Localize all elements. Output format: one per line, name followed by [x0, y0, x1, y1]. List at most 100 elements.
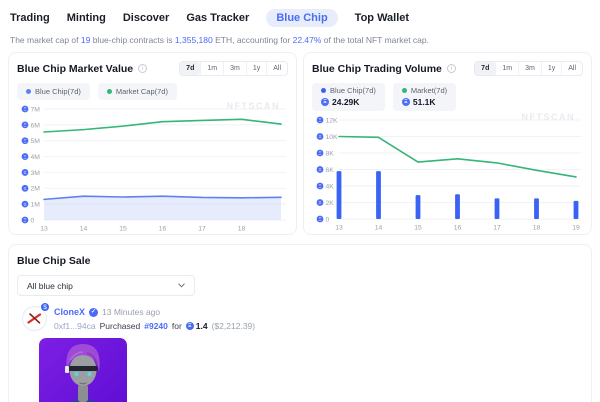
- summary-text: ETH, accounting for: [213, 35, 293, 45]
- svg-text:Ξ: Ξ: [319, 184, 322, 189]
- svg-text:16: 16: [454, 225, 462, 232]
- preposition-text: for: [172, 321, 182, 331]
- range-1m[interactable]: 1m: [495, 62, 518, 75]
- svg-text:Ξ: Ξ: [24, 154, 27, 159]
- svg-text:Ξ: Ξ: [319, 134, 322, 139]
- blue-dot-icon: [26, 89, 31, 94]
- summary-text: The market cap of: [10, 35, 81, 45]
- green-dot-icon: [107, 89, 112, 94]
- svg-text:10K: 10K: [326, 134, 339, 141]
- blue-chip-volume-value: Ξ 24.29K: [321, 97, 359, 107]
- nav-item-discover[interactable]: Discover: [123, 9, 169, 27]
- legend-label: Market(7d): [411, 86, 447, 95]
- eth-icon: Ξ: [186, 322, 194, 330]
- svg-text:15: 15: [414, 225, 422, 232]
- collection-name-link[interactable]: CloneX: [54, 307, 85, 317]
- svg-text:Ξ: Ξ: [319, 118, 322, 123]
- svg-text:2K: 2K: [326, 200, 335, 207]
- svg-text:Ξ: Ξ: [319, 151, 322, 156]
- panel-title-text: Blue Chip Market Value: [17, 63, 133, 75]
- dropdown-selected-value: All blue chip: [27, 281, 73, 291]
- nav-item-top-wallet[interactable]: Top Wallet: [355, 9, 409, 27]
- svg-text:18: 18: [533, 225, 541, 232]
- trading-volume-range-selector: 7d 1m 3m 1y All: [474, 61, 583, 76]
- svg-text:Ξ: Ξ: [24, 202, 27, 207]
- market-value-chart: Ξ0Ξ1MΞ2MΞ3MΞ4MΞ5MΞ6MΞ7M131415161718: [17, 103, 288, 233]
- range-7d[interactable]: 7d: [475, 62, 495, 75]
- legend-blue-chip[interactable]: Blue Chip(7d): [17, 83, 90, 100]
- trading-volume-title: Blue Chip Trading Volume i: [312, 63, 456, 75]
- nft-image[interactable]: [39, 338, 127, 402]
- svg-text:14: 14: [375, 225, 383, 232]
- range-7d[interactable]: 7d: [180, 62, 200, 75]
- svg-text:4K: 4K: [326, 183, 335, 190]
- collection-avatar[interactable]: $: [22, 306, 47, 331]
- svg-text:13: 13: [335, 225, 343, 232]
- market-value-range-selector: 7d 1m 3m 1y All: [179, 61, 288, 76]
- sale-price-eth: Ξ 1.4: [186, 321, 208, 331]
- legend-blue-chip-volume[interactable]: Blue Chip(7d) Ξ 24.29K: [312, 83, 385, 111]
- blue-dot-icon: [321, 88, 326, 93]
- legend-market-cap[interactable]: Market Cap(7d): [98, 83, 177, 100]
- market-cap-percent: 22.47%: [293, 35, 322, 45]
- svg-text:Ξ: Ξ: [24, 138, 27, 143]
- svg-text:2M: 2M: [31, 186, 41, 193]
- eth-icon: Ξ: [402, 98, 410, 106]
- info-icon[interactable]: i: [447, 64, 456, 73]
- svg-text:18: 18: [238, 226, 246, 233]
- svg-text:Ξ: Ξ: [319, 217, 322, 222]
- market-value-panel: Blue Chip Market Value i 7d 1m 3m 1y All…: [8, 52, 297, 235]
- top-nav: Trading Minting Discover Gas Tracker Blu…: [0, 0, 600, 32]
- market-cap-summary: The market cap of 19 blue-chip contracts…: [0, 32, 600, 52]
- green-dot-icon: [402, 88, 407, 93]
- nav-item-blue-chip[interactable]: Blue Chip: [266, 9, 337, 27]
- market-volume-value: Ξ 51.1K: [402, 97, 436, 107]
- svg-text:5M: 5M: [31, 138, 41, 145]
- range-3m[interactable]: 3m: [223, 62, 246, 75]
- svg-text:4M: 4M: [31, 154, 41, 161]
- svg-text:8K: 8K: [326, 150, 335, 157]
- summary-text: blue-chip contracts is: [90, 35, 175, 45]
- nftscan-watermark: NFTSCAN: [227, 101, 281, 111]
- nav-item-trading[interactable]: Trading: [10, 9, 50, 27]
- range-3m[interactable]: 3m: [518, 62, 541, 75]
- svg-text:0: 0: [31, 217, 35, 224]
- nftscan-watermark: NFTSCAN: [522, 112, 576, 122]
- range-1y[interactable]: 1y: [246, 62, 266, 75]
- sale-list-item: $ CloneX ✓ 13 Minutes ago 0xf1...94ca Pu…: [22, 306, 583, 331]
- market-value-title: Blue Chip Market Value i: [17, 63, 147, 75]
- summary-text: of the total NFT market cap.: [321, 35, 429, 45]
- svg-text:17: 17: [493, 225, 501, 232]
- svg-text:6M: 6M: [31, 122, 41, 129]
- svg-text:0: 0: [326, 216, 330, 223]
- range-all[interactable]: All: [266, 62, 287, 75]
- svg-text:Ξ: Ξ: [24, 107, 27, 112]
- svg-text:16: 16: [159, 226, 167, 233]
- trading-volume-panel: Blue Chip Trading Volume i 7d 1m 3m 1y A…: [303, 52, 592, 235]
- legend-market-volume[interactable]: Market(7d) Ξ 51.1K: [393, 83, 456, 111]
- action-text: Purchased: [100, 321, 141, 331]
- verified-badge-icon: ✓: [89, 308, 98, 317]
- svg-text:1M: 1M: [31, 202, 41, 209]
- range-1m[interactable]: 1m: [200, 62, 223, 75]
- nav-item-gas-tracker[interactable]: Gas Tracker: [186, 9, 249, 27]
- dollar-badge-icon: $: [40, 302, 50, 312]
- market-cap-eth-value: 1,355,180: [175, 35, 213, 45]
- svg-text:Ξ: Ξ: [24, 123, 27, 128]
- contracts-count: 19: [81, 35, 90, 45]
- blue-chip-filter-dropdown[interactable]: All blue chip: [17, 275, 195, 296]
- sale-panel-title: Blue Chip Sale: [17, 255, 583, 267]
- info-icon[interactable]: i: [138, 64, 147, 73]
- token-id-link[interactable]: #9240: [144, 321, 168, 331]
- nav-item-minting[interactable]: Minting: [67, 9, 106, 27]
- range-all[interactable]: All: [561, 62, 582, 75]
- sale-price-usd: ($2,212.39): [212, 321, 255, 331]
- blue-chip-sale-panel: Blue Chip Sale All blue chip $ CloneX ✓ …: [8, 244, 592, 402]
- svg-text:Ξ: Ξ: [319, 167, 322, 172]
- trading-volume-chart: Ξ0Ξ2KΞ4KΞ6KΞ8KΞ10KΞ12K13141516171819: [312, 114, 583, 232]
- sale-timestamp: 13 Minutes ago: [102, 307, 160, 317]
- chevron-down-icon: [178, 282, 185, 290]
- svg-text:3M: 3M: [31, 170, 41, 177]
- range-1y[interactable]: 1y: [541, 62, 561, 75]
- buyer-address-link[interactable]: 0xf1...94ca: [54, 321, 96, 331]
